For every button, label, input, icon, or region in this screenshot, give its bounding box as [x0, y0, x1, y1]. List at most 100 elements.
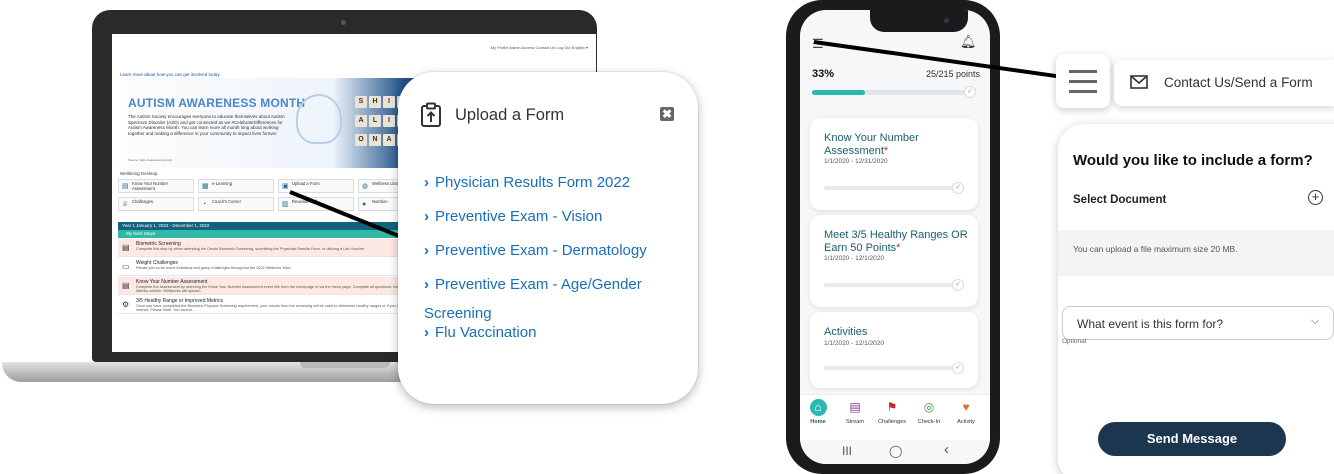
desktop-tile-label: Upload a Form: [292, 181, 320, 186]
send-message-button[interactable]: Send Message: [1098, 422, 1286, 456]
event-card[interactable]: Meet 3/5 Healthy Ranges OR Earn 50 Point…: [810, 215, 978, 307]
event-card-dates: 1/1/2020 - 12/1/2020: [824, 255, 884, 262]
upload-form-link-label: Flu Vaccination: [435, 324, 537, 341]
letter-block: H: [369, 96, 381, 108]
points-progress-fill: [812, 90, 865, 95]
gear-icon: ⚙: [122, 300, 130, 309]
chevron-right-icon: ›: [424, 324, 429, 341]
upload-popup-title: Upload a Form: [455, 106, 565, 124]
chevron-down-icon: ⌵: [1311, 315, 1320, 327]
points-count: 25/215 points: [925, 69, 980, 79]
composite-stage: My Profile Admin Access Contact Us Log O…: [0, 0, 1334, 474]
desktop-tile-label: Challenges: [132, 199, 153, 204]
checkmark-icon: ✓: [952, 279, 964, 291]
tab-stream[interactable]: ▤ Stream: [837, 399, 873, 425]
event-card-title-text: Activities: [824, 326, 868, 338]
clipboard-upload-icon: [421, 102, 441, 127]
letter-block: I: [383, 96, 395, 108]
upload-icon: ▣: [282, 183, 289, 190]
tab-check-in[interactable]: ◎ Check-In: [911, 399, 947, 425]
menu-button-zoom[interactable]: [1056, 54, 1110, 108]
tab-label: Activity: [957, 419, 975, 425]
bottom-tab-bar: ⌂ Home ▤ Stream ⚑ Challenges ◎ Check-In ♥ Activit…: [800, 394, 990, 440]
upload-form-link[interactable]: › Physician Results Form 2022: [424, 168, 684, 197]
tab-activity[interactable]: ♥ Activity: [948, 399, 984, 425]
clipboard-icon: ▤: [122, 183, 129, 190]
book-icon: ▦: [202, 183, 209, 190]
optional-label: Optional: [1062, 338, 1087, 345]
bell-icon[interactable]: 🔔︎: [960, 34, 977, 50]
trophy-icon: ♕: [122, 201, 129, 208]
add-document-icon[interactable]: +: [1308, 190, 1323, 205]
heart-icon: ♥: [962, 400, 970, 414]
event-progress-bar: [824, 186, 964, 190]
contact-us-menu-item[interactable]: Contact Us/Send a Form: [1114, 60, 1334, 106]
laptop-top-links[interactable]: My Profile Admin Access Contact Us Log O…: [491, 45, 588, 50]
next-step-desc: Complete this step by either attending t…: [136, 247, 365, 251]
desktop-tile-label: Know Your Number Assessment: [132, 181, 169, 191]
burger-line: [1069, 90, 1097, 93]
event-card[interactable]: Activities 1/1/2020 - 12/1/2020 ✓: [810, 312, 978, 388]
upload-form-link[interactable]: › Flu Vaccination: [424, 318, 684, 347]
front-camera-dot: [944, 18, 949, 23]
next-step-desc: Once you have completed the Biometric Ph…: [136, 304, 431, 313]
burger-line: [1069, 70, 1097, 73]
letter-block: O: [355, 134, 367, 146]
tab-label: Stream: [845, 419, 865, 425]
upload-form-popup: Upload a Form ✖ › Physician Results Form …: [398, 72, 698, 404]
event-progress-bar: [824, 283, 964, 287]
next-step-desc: Please join us for some individual and g…: [136, 266, 291, 270]
event-select-placeholder: What event is this form for?: [1077, 317, 1224, 331]
wellbeing-desktop-label: Wellbeing Desktop: [120, 171, 158, 176]
checkmark-icon: ✓: [952, 362, 964, 374]
select-document-label: Select Document: [1073, 194, 1167, 206]
desktop-tile[interactable]: ◔ Coach's Corner: [198, 197, 274, 211]
desktop-tile[interactable]: ♕ Challenges: [118, 197, 194, 211]
event-card-title: Activities: [824, 326, 974, 339]
event-card-title-text: Know Your Number Assessment: [824, 132, 919, 157]
event-card-dates: 1/1/2020 - 12/31/2020: [824, 158, 888, 165]
laptop-base-notch: [300, 362, 390, 368]
event-card-title: Meet 3/5 Healthy Ranges OR Earn 50 Point…: [824, 229, 974, 254]
upload-size-note: You can upload a file maximum size 20 MB…: [1073, 244, 1238, 254]
points-progress-bar: [812, 90, 972, 95]
event-progress-bar: [824, 366, 964, 370]
tab-label: Home: [810, 419, 826, 425]
tab-label: Check-In: [917, 419, 941, 425]
chevron-right-icon: ›: [424, 208, 429, 225]
desktop-tile-label: Coach's Corner: [212, 199, 241, 204]
back-nav-button[interactable]: ‹: [944, 441, 949, 458]
lightbulb-icon: [296, 94, 342, 144]
upload-form-link-label: Physician Results Form 2022: [435, 174, 631, 191]
form-icon: ▤: [122, 243, 130, 252]
recents-nav-button[interactable]: III: [842, 444, 852, 458]
letter-block: S: [355, 96, 367, 108]
laptop-camera: [341, 20, 346, 25]
checkmark-icon: ✓: [952, 182, 964, 194]
location-pin-icon: ◎: [923, 400, 935, 414]
banner-link[interactable]: Learn more about how you can get involve…: [120, 72, 220, 77]
chevron-right-icon: ›: [424, 242, 429, 259]
hero-source: Source: https://autismsociety.org/: [128, 158, 173, 162]
letter-block: A: [355, 115, 367, 127]
laptop-top-bar: My Profile Admin Access Contact Us Log O…: [112, 34, 596, 62]
event-card-title: Know Your Number Assessment*: [824, 132, 974, 157]
phone-screen: ☰ 🔔︎ 33% 25/215 points ✓ Know Your Numbe…: [800, 10, 990, 464]
tab-challenges[interactable]: ⚑ Challenges: [874, 399, 910, 425]
desktop-tile[interactable]: ▦ e-Learning: [198, 179, 274, 193]
upload-form-link[interactable]: › Preventive Exam - Vision: [424, 202, 684, 231]
upload-form-link-label: Preventive Exam - Dermatology: [435, 242, 647, 259]
android-nav-bar: III ◯ ‹: [800, 440, 990, 464]
close-button[interactable]: ✖: [660, 107, 674, 121]
desktop-tile[interactable]: ▤ Know Your Number Assessment: [118, 179, 194, 193]
required-marker: *: [896, 241, 901, 254]
event-card[interactable]: Know Your Number Assessment* 1/1/2020 - 1…: [810, 118, 978, 210]
letter-block: N: [369, 134, 381, 146]
coach-icon: ◔: [202, 201, 207, 208]
letter-block: I: [383, 115, 395, 127]
home-nav-button[interactable]: ◯: [889, 444, 902, 458]
upload-form-link[interactable]: › Preventive Exam - Dermatology: [424, 236, 684, 265]
event-select-dropdown[interactable]: What event is this form for? ⌵: [1062, 306, 1334, 340]
podium-icon: ⚑: [886, 400, 898, 414]
tab-home[interactable]: ⌂ Home: [800, 399, 836, 425]
